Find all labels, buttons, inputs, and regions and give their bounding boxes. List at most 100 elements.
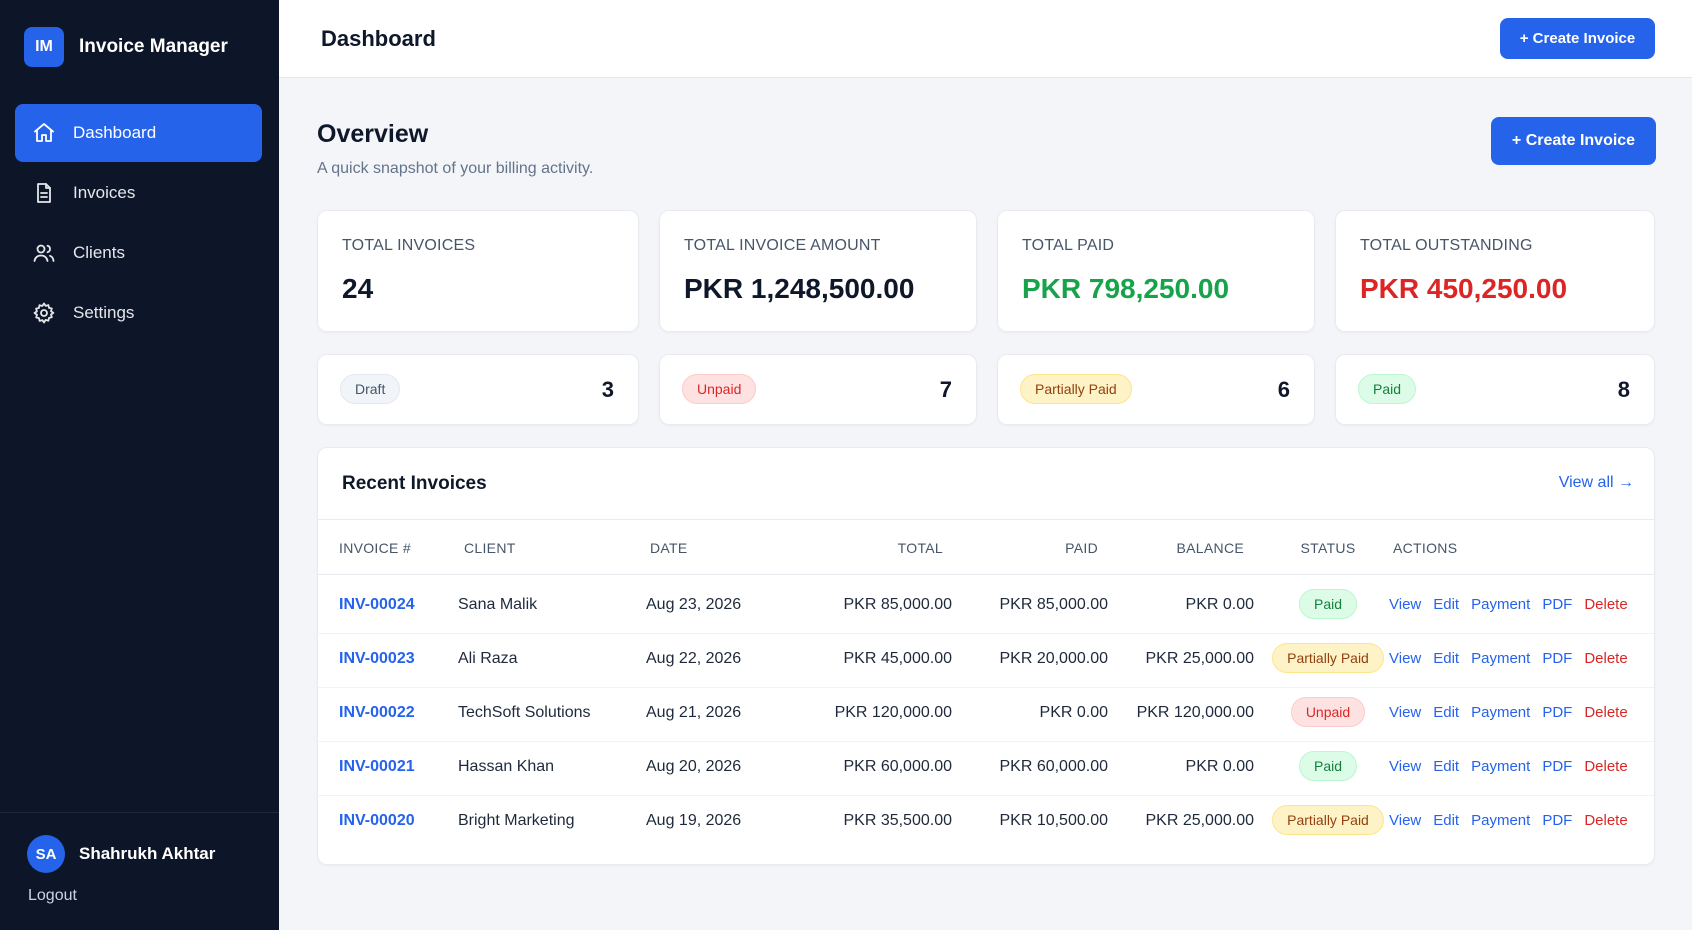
stat-value: PKR 450,250.00: [1360, 273, 1568, 304]
view-action[interactable]: View: [1389, 812, 1421, 829]
row-actions: View Edit Payment PDF Delete: [1389, 758, 1628, 775]
client-name: Bright Marketing: [458, 812, 575, 829]
column-header-paid: PAID: [1065, 540, 1098, 556]
gear-icon: [31, 300, 57, 326]
column-header-total: TOTAL: [897, 540, 943, 556]
status-card-draft[interactable]: Draft 3: [317, 354, 639, 425]
invoice-number-link[interactable]: INV-00022: [339, 704, 415, 722]
client-name: Hassan Khan: [458, 758, 555, 775]
sidebar-item-clients[interactable]: Clients: [15, 224, 262, 282]
status-badge: Partially Paid: [1272, 643, 1384, 673]
sidebar-item-invoices[interactable]: Invoices: [15, 164, 262, 222]
brand-logo: IM: [24, 27, 64, 67]
edit-action[interactable]: Edit: [1433, 812, 1459, 829]
payment-action[interactable]: Payment: [1471, 596, 1530, 613]
status-count: 8: [1617, 377, 1630, 402]
stat-card-total-outstanding: TOTAL OUTSTANDING PKR 450,250.00: [1335, 210, 1655, 332]
table-row: INV-00023 Ali Raza Aug 22, 2026 PKR 45,0…: [318, 630, 1654, 688]
payment-action[interactable]: Payment: [1471, 704, 1530, 721]
delete-action[interactable]: Delete: [1584, 650, 1627, 667]
logout-link[interactable]: Logout: [28, 887, 77, 905]
status-card-unpaid[interactable]: Unpaid 7: [659, 354, 977, 425]
stat-card-total-paid: TOTAL PAID PKR 798,250.00: [997, 210, 1315, 332]
invoice-number-link[interactable]: INV-00020: [339, 812, 415, 830]
pdf-action[interactable]: PDF: [1542, 650, 1572, 667]
brand[interactable]: IM Invoice Manager: [24, 27, 228, 67]
app-name: Invoice Manager: [79, 36, 228, 57]
edit-action[interactable]: Edit: [1433, 650, 1459, 667]
stat-label: TOTAL INVOICE AMOUNT: [684, 237, 881, 254]
invoice-number-link[interactable]: INV-00024: [339, 596, 415, 614]
pdf-action[interactable]: PDF: [1542, 812, 1572, 829]
edit-action[interactable]: Edit: [1433, 596, 1459, 613]
recent-invoices-title: Recent Invoices: [342, 473, 487, 494]
status-cell: Partially Paid: [1248, 805, 1408, 835]
edit-action[interactable]: Edit: [1433, 704, 1459, 721]
sidebar-item-label: Dashboard: [73, 123, 157, 142]
recent-invoices-panel: Recent Invoices View all → INVOICE # CLI…: [317, 447, 1655, 865]
client-name: TechSoft Solutions: [458, 704, 591, 721]
invoice-balance: PKR 25,000.00: [1145, 650, 1254, 667]
pdf-action[interactable]: PDF: [1542, 758, 1572, 775]
sidebar-nav: Dashboard Invoices Clients Settings: [15, 104, 262, 344]
status-badge: Partially Paid: [1020, 374, 1132, 404]
table-row: INV-00022 TechSoft Solutions Aug 21, 202…: [318, 684, 1654, 742]
invoice-balance: PKR 25,000.00: [1145, 812, 1254, 829]
status-card-partially-paid[interactable]: Partially Paid 6: [997, 354, 1315, 425]
status-badge: Partially Paid: [1272, 805, 1384, 835]
stat-value: PKR 1,248,500.00: [684, 273, 915, 304]
column-header-invoice: INVOICE #: [339, 540, 411, 556]
view-action[interactable]: View: [1389, 650, 1421, 667]
view-action[interactable]: View: [1389, 758, 1421, 775]
status-count: 3: [601, 377, 614, 402]
status-badge: Paid: [1298, 751, 1358, 781]
pdf-action[interactable]: PDF: [1542, 704, 1572, 721]
status-card-paid[interactable]: Paid 8: [1335, 354, 1655, 425]
home-icon: [31, 120, 57, 146]
sidebar-footer: SA Shahrukh Akhtar Logout: [0, 812, 279, 930]
status-badge: Unpaid: [1290, 697, 1366, 727]
document-icon: [31, 180, 57, 206]
sidebar-item-label: Clients: [73, 243, 125, 262]
column-header-status: STATUS: [1300, 540, 1356, 556]
column-header-date: DATE: [650, 540, 688, 556]
status-count: 7: [939, 377, 952, 402]
client-name: Sana Malik: [458, 596, 538, 613]
delete-action[interactable]: Delete: [1584, 758, 1627, 775]
sidebar-item-label: Settings: [73, 303, 135, 322]
sidebar-item-settings[interactable]: Settings: [15, 284, 262, 342]
stat-value: PKR 798,250.00: [1022, 273, 1230, 304]
status-count: 6: [1277, 377, 1290, 402]
stat-label: TOTAL INVOICES: [342, 237, 476, 254]
table-header: INVOICE # CLIENT DATE TOTAL PAID BALANCE…: [318, 520, 1654, 575]
invoice-number-link[interactable]: INV-00023: [339, 650, 415, 668]
invoice-number-link[interactable]: INV-00021: [339, 758, 415, 776]
column-header-balance: BALANCE: [1176, 540, 1244, 556]
pdf-action[interactable]: PDF: [1542, 596, 1572, 613]
edit-action[interactable]: Edit: [1433, 758, 1459, 775]
view-action[interactable]: View: [1389, 596, 1421, 613]
user-profile[interactable]: SA Shahrukh Akhtar: [27, 835, 215, 873]
stat-card-total-invoices: TOTAL INVOICES 24: [317, 210, 639, 332]
overview-title: Overview: [317, 120, 429, 148]
payment-action[interactable]: Payment: [1471, 812, 1530, 829]
client-name: Ali Raza: [458, 650, 518, 667]
status-cell: Unpaid: [1248, 697, 1408, 727]
view-action[interactable]: View: [1389, 704, 1421, 721]
delete-action[interactable]: Delete: [1584, 596, 1627, 613]
view-all-link[interactable]: View all →: [1559, 474, 1634, 492]
status-badge: Unpaid: [682, 374, 757, 404]
row-actions: View Edit Payment PDF Delete: [1389, 650, 1628, 667]
overview-create-invoice-button[interactable]: + Create Invoice: [1491, 117, 1656, 165]
header-create-invoice-button[interactable]: + Create Invoice: [1500, 18, 1655, 59]
delete-action[interactable]: Delete: [1584, 704, 1627, 721]
page-title: Dashboard: [321, 26, 436, 51]
stat-label: TOTAL OUTSTANDING: [1360, 237, 1533, 254]
top-header: Dashboard + Create Invoice: [279, 0, 1692, 78]
payment-action[interactable]: Payment: [1471, 758, 1530, 775]
delete-action[interactable]: Delete: [1584, 812, 1627, 829]
invoice-balance: PKR 0.00: [1185, 596, 1254, 613]
user-name: Shahrukh Akhtar: [79, 844, 216, 863]
sidebar-item-dashboard[interactable]: Dashboard: [15, 104, 262, 162]
payment-action[interactable]: Payment: [1471, 650, 1530, 667]
